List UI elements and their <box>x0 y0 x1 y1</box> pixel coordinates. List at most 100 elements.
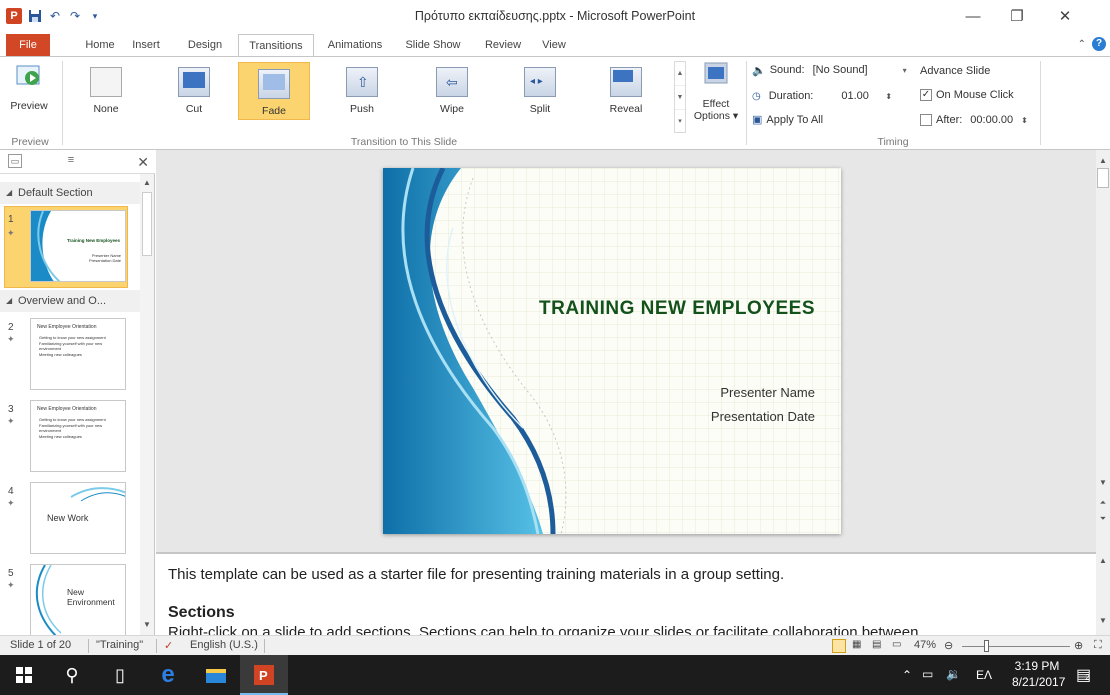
scroll-up-icon[interactable]: ▲ <box>1096 156 1110 165</box>
slides-pane-scrollbar[interactable]: ▲ ▼ <box>140 174 154 635</box>
slide-vertical-scrollbar[interactable]: ▲ ▼ ⏶ ⏷ <box>1096 150 1110 552</box>
previous-slide-icon[interactable]: ⏶ <box>1096 498 1110 508</box>
notes-pane[interactable]: This template can be used as a starter f… <box>156 552 1096 635</box>
preview-button[interactable]: Preview <box>6 63 52 112</box>
task-view-icon[interactable]: ▯ <box>96 655 144 695</box>
close-button[interactable]: ✕ <box>1048 6 1082 28</box>
ribbon-tabs: File Home Insert Design Transitions Anim… <box>0 34 1110 56</box>
tab-home[interactable]: Home <box>78 34 122 56</box>
zoom-out-icon[interactable]: ⊖ <box>944 639 953 652</box>
zoom-slider[interactable] <box>962 646 1070 647</box>
tab-slide-show[interactable]: Slide Show <box>398 34 468 56</box>
minimize-ribbon-icon[interactable]: ⌃ <box>1078 39 1086 50</box>
search-icon[interactable]: ⚲ <box>48 655 96 695</box>
transition-wipe-tile[interactable]: ⇦ Wipe <box>420 61 484 121</box>
after-spin-icon[interactable]: ⬍ <box>1021 116 1028 125</box>
sound-dropdown[interactable]: [No Sound] <box>809 63 891 77</box>
transition-push-tile[interactable]: ⇧ Push <box>330 61 394 121</box>
tab-view[interactable]: View <box>532 34 576 56</box>
windows-taskbar: ⚲ ▯ e P ⌃ ▭ 🔉 ΕΛ 3:19 PM 8/21/2017 ▤2 <box>0 655 1110 695</box>
section-header-default[interactable]: ◢ Default Section <box>0 182 140 204</box>
scroll-down-icon[interactable]: ▼ <box>1096 616 1110 625</box>
file-explorer-icon[interactable] <box>192 655 240 695</box>
help-icon[interactable]: ? <box>1092 37 1106 51</box>
scroll-up-icon[interactable]: ▲ <box>1096 556 1110 565</box>
internet-explorer-icon[interactable]: e <box>144 655 192 695</box>
tab-review[interactable]: Review <box>478 34 528 56</box>
slide-thumbnail-5[interactable]: New Environment <box>30 564 126 636</box>
transition-split-tile[interactable]: ◂ ▸ Split <box>508 61 572 121</box>
slides-tab-icon[interactable]: ▭ <box>8 154 22 168</box>
tab-insert[interactable]: Insert <box>124 34 168 56</box>
spelling-check-icon[interactable]: ✓ <box>164 639 173 652</box>
zoom-slider-thumb[interactable] <box>984 640 989 652</box>
collapse-arrow-icon[interactable]: ◢ <box>6 182 12 204</box>
group-separator <box>62 61 63 145</box>
slide-thumbnail-1[interactable]: Training New Employees Presenter Name Pr… <box>30 210 126 282</box>
slide-number: 5 <box>8 568 14 579</box>
volume-icon[interactable]: 🔉 <box>946 667 961 681</box>
slide-sorter-icon[interactable]: ▦ <box>852 639 861 650</box>
notes-heading[interactable]: Sections <box>168 604 235 622</box>
effect-options-button[interactable]: Effect Options ▾ <box>690 61 742 122</box>
scroll-thumb[interactable] <box>142 192 152 256</box>
powerpoint-taskbar-icon[interactable]: P <box>240 655 288 695</box>
swoosh-graphic <box>31 211 61 281</box>
tab-transitions[interactable]: Transitions <box>238 34 314 56</box>
reading-view-icon[interactable]: ▤ <box>872 639 881 650</box>
tab-file[interactable]: File <box>6 34 50 56</box>
gallery-more-icon[interactable]: ▾ <box>675 110 685 134</box>
clock[interactable]: 3:19 PM 8/21/2017 <box>1012 659 1065 689</box>
normal-view-icon[interactable] <box>832 639 846 653</box>
gallery-down-icon[interactable]: ▼ <box>675 86 685 110</box>
next-slide-icon[interactable]: ⏷ <box>1096 514 1110 524</box>
section-header-overview[interactable]: ◢ Overview and O... <box>0 290 140 312</box>
apply-to-all-button[interactable]: ▣ Apply To All <box>752 113 823 127</box>
fit-to-window-icon[interactable]: ⛶ <box>1094 639 1102 652</box>
language[interactable]: English (U.S.) <box>190 639 258 651</box>
show-hidden-icons[interactable]: ⌃ <box>902 668 912 682</box>
tab-animations[interactable]: Animations <box>318 34 392 56</box>
outline-tab-icon[interactable]: ≡ <box>64 154 78 168</box>
duration-spin-icon[interactable]: ⬍ <box>885 92 892 101</box>
collapse-arrow-icon[interactable]: ◢ <box>6 290 12 312</box>
tab-design[interactable]: Design <box>180 34 230 56</box>
minimize-button[interactable]: — <box>956 6 990 28</box>
on-mouse-click-checkbox[interactable]: ✓ <box>920 89 932 101</box>
gallery-up-icon[interactable]: ▲ <box>675 62 685 86</box>
sound-dropdown-arrow-icon[interactable]: ▾ <box>903 66 907 75</box>
notes-intro[interactable]: This template can be used as a starter f… <box>168 566 784 583</box>
restore-button[interactable]: ❐ <box>1000 6 1034 28</box>
after-checkbox[interactable] <box>920 114 932 126</box>
current-slide[interactable]: TRAINING NEW EMPLOYEES Presenter Name Pr… <box>383 168 841 534</box>
scroll-down-icon[interactable]: ▼ <box>140 620 154 629</box>
slide-editing-canvas[interactable]: TRAINING NEW EMPLOYEES Presenter Name Pr… <box>156 150 1096 552</box>
slide-thumbnail-3[interactable]: New Employee Orientation Getting to know… <box>30 400 126 472</box>
zoom-in-icon[interactable]: ⊕ <box>1074 639 1083 652</box>
transition-none-tile[interactable]: None <box>74 61 138 121</box>
network-icon[interactable]: ▭ <box>922 667 933 681</box>
zoom-level[interactable]: 47% <box>914 639 936 651</box>
slide-title[interactable]: TRAINING NEW EMPLOYEES <box>383 298 815 320</box>
slide-show-icon[interactable]: ▭ <box>892 639 901 650</box>
notes-scrollbar[interactable]: ▲ ▼ <box>1096 552 1110 635</box>
transition-cut-tile[interactable]: Cut <box>162 61 226 121</box>
gallery-scroll[interactable]: ▲ ▼ ▾ <box>674 61 686 133</box>
after-input[interactable]: 00:00.00 <box>966 113 1017 127</box>
scroll-down-icon[interactable]: ▼ <box>1096 478 1110 487</box>
input-language[interactable]: ΕΛ <box>976 668 992 682</box>
slide-thumbnail-2[interactable]: New Employee Orientation Getting to know… <box>30 318 126 390</box>
scroll-up-icon[interactable]: ▲ <box>140 178 154 187</box>
start-button-icon[interactable] <box>0 655 48 695</box>
presenter-name[interactable]: Presenter Name <box>720 385 815 400</box>
transition-reveal-tile[interactable]: Reveal <box>594 61 658 121</box>
presentation-date[interactable]: Presentation Date <box>711 409 815 424</box>
notes-body[interactable]: Right-click on a slide to add sections. … <box>168 624 918 635</box>
transition-star-icon: ✦ <box>7 498 15 508</box>
transition-fade-tile[interactable]: Fade <box>238 62 310 120</box>
notification-center-icon[interactable]: ▤2 <box>1076 665 1091 685</box>
close-pane-icon[interactable]: ✕ <box>137 154 149 171</box>
slide-thumbnail-4[interactable]: New Work <box>30 482 126 554</box>
duration-input[interactable]: 01.00 <box>837 89 881 103</box>
scroll-thumb[interactable] <box>1097 168 1109 188</box>
